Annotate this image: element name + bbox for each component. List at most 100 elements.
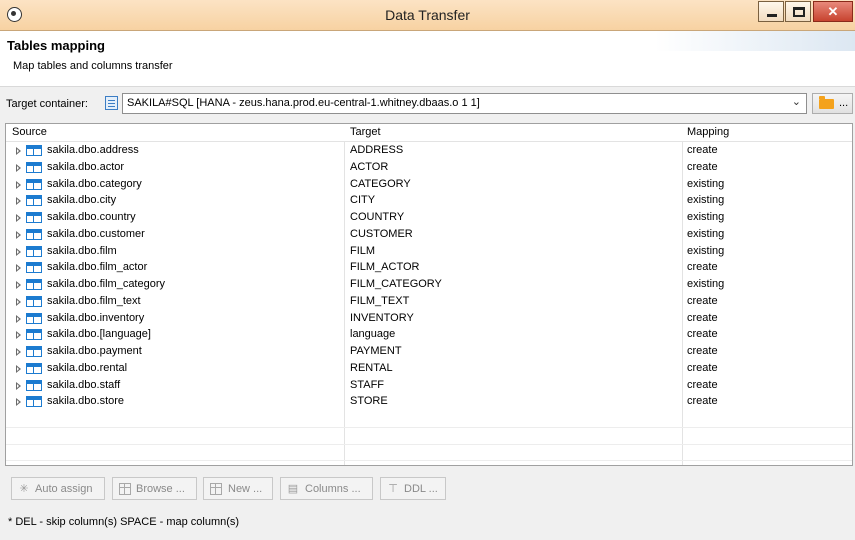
maximize-button[interactable] <box>785 1 811 22</box>
mapping-cell[interactable]: existing <box>687 211 724 223</box>
table-row[interactable]: sakila.dbo.staff STAFF create <box>6 377 852 394</box>
database-icon <box>105 96 118 110</box>
table-row[interactable]: sakila.dbo.inventory INVENTORY create <box>6 310 852 327</box>
target-cell[interactable]: RENTAL <box>350 362 393 374</box>
expand-arrow-icon[interactable] <box>16 264 21 273</box>
target-cell[interactable]: COUNTRY <box>350 211 404 223</box>
column-header-mapping[interactable]: Mapping <box>687 126 729 138</box>
target-cell[interactable]: STORE <box>350 395 388 407</box>
mapping-cell[interactable]: create <box>687 345 718 357</box>
expand-arrow-icon[interactable] <box>16 214 21 222</box>
expand-arrow-icon[interactable] <box>16 163 21 172</box>
table-row[interactable]: sakila.dbo.actor ACTOR create <box>6 159 852 176</box>
source-cell: sakila.dbo.inventory <box>47 311 145 324</box>
target-cell[interactable]: CITY <box>350 194 375 206</box>
table-icon <box>26 178 42 190</box>
chevron-down-icon[interactable]: ⌄ <box>792 95 801 108</box>
mapping-cell[interactable]: create <box>687 379 718 391</box>
auto-assign-button[interactable]: ✳ Auto assign <box>11 477 105 500</box>
source-cell: sakila.dbo.film_category <box>47 278 166 290</box>
target-cell[interactable]: language <box>350 328 395 340</box>
expand-arrow-icon[interactable] <box>16 381 21 390</box>
table-row[interactable]: sakila.dbo.rental RENTAL create <box>6 360 852 377</box>
target-cell[interactable]: PAYMENT <box>350 345 402 357</box>
mapping-cell[interactable]: create <box>687 161 718 173</box>
source-cell: sakila.dbo.[language] <box>47 328 151 341</box>
column-header-source[interactable]: Source <box>12 126 47 138</box>
mapping-cell[interactable]: existing <box>687 245 724 257</box>
minimize-button[interactable] <box>758 1 784 22</box>
table-row[interactable]: sakila.dbo.address ADDRESS create <box>6 142 852 159</box>
source-cell: sakila.dbo.city <box>47 194 117 207</box>
new-label: New ... <box>228 483 263 495</box>
choose-container-button[interactable]: ... <box>812 93 853 114</box>
mapping-cell[interactable]: create <box>687 395 718 407</box>
table-row[interactable]: sakila.dbo.film_text FILM_TEXT create <box>6 293 852 310</box>
target-cell[interactable]: FILM_CATEGORY <box>350 278 442 290</box>
table-row[interactable]: sakila.dbo.category CATEGORY existing <box>6 176 852 193</box>
target-cell[interactable]: CUSTOMER <box>350 228 413 240</box>
mapping-cell[interactable]: create <box>687 312 718 324</box>
ddl-button[interactable]: ⊤ DDL ... <box>380 477 446 500</box>
table-icon <box>26 295 42 307</box>
target-cell[interactable]: CATEGORY <box>350 178 411 190</box>
expand-arrow-icon[interactable] <box>16 197 21 206</box>
target-cell[interactable]: FILM_ACTOR <box>350 261 419 273</box>
mapping-cell[interactable]: existing <box>687 278 724 290</box>
target-cell[interactable]: ACTOR <box>350 161 388 173</box>
target-cell[interactable]: ADDRESS <box>350 144 403 156</box>
new-table-icon <box>210 483 222 495</box>
close-button[interactable]: ✕ <box>813 1 853 22</box>
mapping-cell[interactable]: create <box>687 362 718 374</box>
table-icon <box>26 346 42 357</box>
expand-arrow-icon[interactable] <box>16 331 21 340</box>
browse-label: Browse ... <box>136 483 185 495</box>
target-cell[interactable]: STAFF <box>350 379 384 391</box>
mapping-cell[interactable]: existing <box>687 194 724 206</box>
new-button[interactable]: New ... <box>203 477 273 500</box>
expand-arrow-icon[interactable] <box>16 348 21 356</box>
columns-button[interactable]: ▤ Columns ... <box>280 477 373 500</box>
mapping-cell[interactable]: existing <box>687 178 724 190</box>
table-row[interactable]: sakila.dbo.payment PAYMENT create <box>6 343 852 360</box>
table-row[interactable]: sakila.dbo.store STORE create <box>6 393 852 410</box>
expand-arrow-icon[interactable] <box>16 398 21 407</box>
target-cell[interactable]: FILM_TEXT <box>350 295 409 307</box>
columns-label: Columns ... <box>305 483 361 495</box>
expand-arrow-icon[interactable] <box>16 364 21 373</box>
expand-arrow-icon[interactable] <box>16 314 21 323</box>
table-grid-icon <box>119 483 131 495</box>
source-cell: sakila.dbo.film_actor <box>47 261 148 274</box>
target-cell[interactable]: INVENTORY <box>350 312 414 324</box>
wizard-header: Tables mapping Map tables and columns tr… <box>0 31 855 87</box>
mapping-cell[interactable]: existing <box>687 228 724 240</box>
table-icon <box>26 161 42 173</box>
table-row[interactable]: sakila.dbo.[language] language create <box>6 326 852 343</box>
table-icon <box>26 262 42 274</box>
mapping-table[interactable]: Source Target Mapping sakila.dbo.address… <box>5 123 853 466</box>
expand-arrow-icon[interactable] <box>16 281 21 289</box>
table-icon <box>26 362 42 374</box>
expand-arrow-icon[interactable] <box>16 180 21 189</box>
expand-arrow-icon[interactable] <box>16 247 21 256</box>
expand-arrow-icon[interactable] <box>16 297 21 306</box>
mapping-cell[interactable]: create <box>687 144 718 156</box>
source-cell: sakila.dbo.category <box>47 177 142 190</box>
table-row[interactable]: sakila.dbo.customer CUSTOMER existing <box>6 226 852 243</box>
table-row[interactable]: sakila.dbo.film_category FILM_CATEGORY exi… <box>6 276 852 293</box>
target-cell[interactable]: FILM <box>350 245 375 257</box>
expand-arrow-icon[interactable] <box>16 230 21 239</box>
target-container-label: Target container: <box>6 98 88 110</box>
mapping-cell[interactable]: create <box>687 328 718 340</box>
table-row[interactable]: sakila.dbo.film FILM existing <box>6 243 852 260</box>
mapping-cell[interactable]: create <box>687 295 718 307</box>
expand-arrow-icon[interactable] <box>16 147 21 155</box>
source-cell: sakila.dbo.actor <box>47 160 125 173</box>
column-header-target[interactable]: Target <box>350 126 381 138</box>
browse-button[interactable]: Browse ... <box>112 477 197 500</box>
table-row[interactable]: sakila.dbo.city CITY existing <box>6 192 852 209</box>
mapping-cell[interactable]: create <box>687 261 718 273</box>
table-row[interactable]: sakila.dbo.country COUNTRY existing <box>6 209 852 226</box>
table-row[interactable]: sakila.dbo.film_actor FILM_ACTOR create <box>6 259 852 276</box>
target-container-select[interactable]: SAKILA#SQL [HANA - zeus.hana.prod.eu-cen… <box>122 93 807 114</box>
